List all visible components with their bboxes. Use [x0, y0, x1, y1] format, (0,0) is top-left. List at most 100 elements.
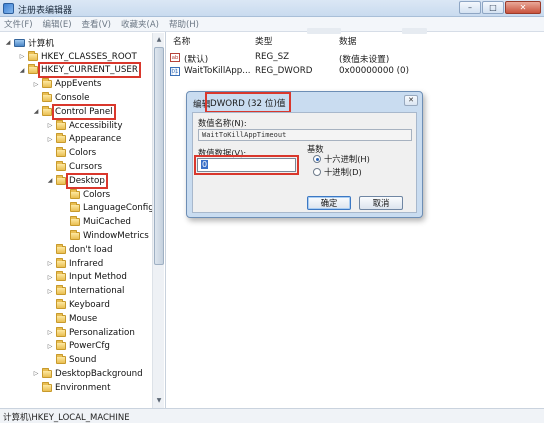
tree-item[interactable]: ▷ Infrared	[46, 257, 103, 270]
expand-arrow-icon[interactable]: ▷	[18, 50, 26, 63]
radix-dec-label: 十进制(D)	[324, 167, 362, 177]
tree-item-label: Control Panel	[52, 103, 116, 120]
expand-arrow-icon[interactable]: ▷	[46, 285, 54, 298]
tree-item[interactable]: ◢ Control Panel	[32, 103, 116, 120]
tree-item[interactable]: ▷ Appearance	[46, 133, 121, 146]
collapse-arrow-icon[interactable]: ◢	[46, 174, 54, 187]
tree-item[interactable]: ▷ AppEvents	[32, 78, 101, 91]
tree-item[interactable]: don't load	[46, 243, 112, 256]
tree-item-label: MuiCached	[83, 217, 131, 228]
value-name: WaitToKillApp...	[184, 66, 251, 76]
registry-tree: ◢ 计算机 ▷ HKEY_CLASSES_ROOT ◢ HKEY_CURRENT_US…	[0, 32, 166, 408]
tree-item[interactable]: ▷ Input Method	[46, 271, 127, 284]
menu-view[interactable]: 查看(V)	[82, 18, 111, 30]
value-type: REG_DWORD	[255, 66, 313, 76]
radio-selected-icon[interactable]	[313, 155, 321, 163]
dialog-title: DWORD (32 位)值	[205, 92, 291, 113]
value-data-input[interactable]: 0	[194, 155, 299, 175]
tree-scrollbar[interactable]: ▲ ▼	[152, 33, 164, 408]
close-button[interactable]: ✕	[505, 1, 541, 14]
title-bar: 注册表编辑器 – □ ✕	[0, 0, 544, 17]
collapse-arrow-icon[interactable]: ◢	[4, 36, 12, 49]
tree-item-label: PowerCfg	[69, 341, 110, 352]
tree-item[interactable]: ◢ HKEY_CURRENT_USER	[18, 62, 141, 79]
column-name[interactable]: 名称	[173, 34, 190, 47]
tree-item[interactable]: ▷ DesktopBackground	[32, 367, 143, 380]
menu-favorites[interactable]: 收藏夹(A)	[121, 18, 159, 30]
tree-item-label: Desktop	[66, 172, 108, 189]
folder-icon	[56, 133, 66, 144]
expand-arrow-icon[interactable]: ▷	[46, 257, 54, 270]
string-value-icon: ab	[170, 53, 180, 62]
tree-item-label: DesktopBackground	[55, 368, 143, 379]
tree-item[interactable]: ▷ HKEY_CLASSES_ROOT	[18, 50, 137, 63]
tree-item[interactable]: Mouse	[46, 312, 97, 325]
tree-item[interactable]: ▷ Personalization	[46, 326, 135, 339]
ok-button[interactable]: 确定	[307, 196, 351, 210]
radio-unselected-icon[interactable]	[313, 168, 321, 176]
list-row[interactable]: ab (默认) REG_SZ (数值未设置)	[167, 51, 544, 65]
maximize-button[interactable]: □	[482, 1, 504, 14]
tree-item-label: Appearance	[69, 134, 122, 145]
folder-icon	[56, 340, 66, 351]
folder-icon	[28, 50, 38, 61]
tree-item[interactable]: Console	[32, 91, 90, 104]
tree-root-computer[interactable]: ◢ 计算机	[4, 36, 54, 49]
tree-item[interactable]: WindowMetrics	[60, 229, 149, 242]
value-type: REG_SZ	[255, 52, 290, 62]
column-type[interactable]: 类型	[255, 34, 272, 47]
tree-item[interactable]: ▷ International	[46, 285, 124, 298]
value-data: (数值未设置)	[339, 55, 390, 65]
list-header: 名称 类型 数据	[167, 34, 544, 47]
tree-item-label: International	[69, 286, 125, 297]
radix-hex-option[interactable]: 十六进制(H)	[313, 153, 370, 165]
expand-arrow-icon[interactable]: ▷	[32, 78, 40, 91]
expand-arrow-icon[interactable]: ▷	[46, 271, 54, 284]
scroll-down-arrow-icon[interactable]: ▼	[154, 396, 164, 406]
expand-arrow-icon[interactable]: ▷	[46, 340, 54, 353]
tree-item[interactable]: MuiCached	[60, 216, 131, 229]
scroll-thumb[interactable]	[154, 47, 164, 265]
folder-icon	[42, 381, 52, 392]
folder-icon	[56, 160, 66, 171]
tree-item-label: WindowMetrics	[83, 230, 149, 241]
folder-icon	[56, 243, 66, 254]
collapse-arrow-icon[interactable]: ◢	[32, 105, 40, 118]
list-row[interactable]: 01 WaitToKillApp... REG_DWORD 0x00000000…	[167, 65, 544, 79]
expand-arrow-icon[interactable]: ▷	[32, 367, 40, 380]
cancel-button[interactable]: 取消	[359, 196, 403, 210]
expand-arrow-icon[interactable]: ▷	[46, 326, 54, 339]
minimize-button[interactable]: –	[459, 1, 481, 14]
menu-help[interactable]: 帮助(H)	[169, 18, 199, 30]
folder-icon	[56, 257, 66, 268]
tree-item-label: LanguageConfig	[83, 203, 154, 214]
column-data[interactable]: 数据	[339, 34, 356, 47]
collapse-arrow-icon[interactable]: ◢	[18, 64, 26, 77]
tree-item[interactable]: Environment	[32, 381, 110, 394]
menu-edit[interactable]: 编辑(E)	[43, 18, 72, 30]
tree-item[interactable]: ▷ PowerCfg	[46, 340, 110, 353]
scroll-up-arrow-icon[interactable]: ▲	[154, 35, 164, 45]
expand-arrow-icon[interactable]: ▷	[46, 133, 54, 146]
folder-icon	[56, 174, 66, 185]
tree-item[interactable]: LanguageConfig	[60, 202, 154, 215]
tree-item-label: HKEY_CURRENT_USER	[38, 62, 141, 79]
tree-item[interactable]: ▷ Accessibility	[46, 119, 122, 132]
tree-item[interactable]: Cursors	[46, 160, 102, 173]
folder-icon	[42, 367, 52, 378]
window-controls: – □ ✕	[459, 1, 541, 14]
folder-icon	[56, 312, 66, 323]
radix-group: 基数 十六进制(H) 十进制(D)	[307, 144, 411, 184]
dialog-close-button[interactable]: ✕	[404, 95, 418, 106]
menu-file[interactable]: 文件(F)	[4, 18, 33, 30]
expand-arrow-icon[interactable]: ▷	[46, 119, 54, 132]
tree-item[interactable]: Sound	[46, 354, 96, 367]
tree-item[interactable]: ◢ Desktop	[46, 172, 108, 189]
tree-item[interactable]: Colors	[46, 147, 96, 160]
tree-item[interactable]: Keyboard	[46, 298, 110, 311]
value-list: 名称 类型 数据 ab (默认) REG_SZ (数值未设置) 01 WaitT…	[167, 28, 544, 408]
tree-item-label: don't load	[69, 244, 113, 255]
tree-item-label: Colors	[83, 189, 111, 200]
radix-dec-option[interactable]: 十进制(D)	[313, 166, 362, 178]
tree-item[interactable]: Colors	[60, 188, 110, 201]
